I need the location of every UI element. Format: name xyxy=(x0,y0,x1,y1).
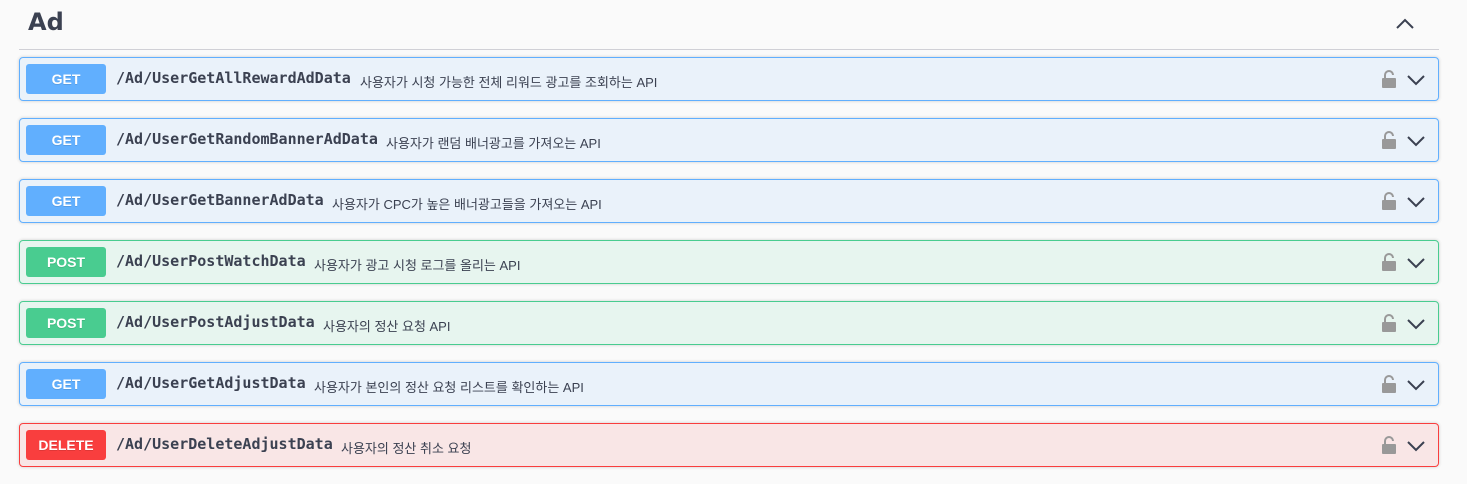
chevron-up-icon[interactable] xyxy=(1393,12,1417,36)
chevron-down-icon[interactable] xyxy=(1406,131,1426,151)
operation-path: /Ad/UserGetBannerAdData xyxy=(116,191,324,209)
section-title: Ad xyxy=(28,8,64,36)
operation-summary: 사용자가 광고 시청 로그를 올리는 API xyxy=(314,258,521,273)
chevron-down-icon[interactable] xyxy=(1406,192,1426,212)
lock-icon[interactable] xyxy=(1380,252,1398,272)
operation-summary: 사용자가 랜덤 배너광고를 가져오는 API xyxy=(386,136,601,151)
operation-block[interactable]: POST /Ad/UserPostAdjustData 사용자의 정산 요청 A… xyxy=(19,301,1439,345)
operations-list: GET /Ad/UserGetAllRewardAdData 사용자가 시청 가… xyxy=(19,57,1439,484)
method-badge: DELETE xyxy=(26,430,106,460)
operation-summary: 사용자가 시청 가능한 전체 리워드 광고를 조회하는 API xyxy=(360,75,658,90)
operation-summary: 사용자가 CPC가 높은 배너광고들을 가져오는 API xyxy=(332,197,602,212)
chevron-down-icon[interactable] xyxy=(1406,253,1426,273)
method-badge: GET xyxy=(26,64,106,94)
operation-summary: 사용자의 정산 취소 요청 xyxy=(341,441,472,456)
operation-block[interactable]: GET /Ad/UserGetRandomBannerAdData 사용자가 랜… xyxy=(19,118,1439,162)
operation-path: /Ad/UserGetRandomBannerAdData xyxy=(116,130,378,148)
chevron-down-icon[interactable] xyxy=(1406,314,1426,334)
method-badge: POST xyxy=(26,247,106,277)
lock-icon[interactable] xyxy=(1380,374,1398,394)
operation-path: /Ad/UserDeleteAdjustData xyxy=(116,435,333,453)
lock-icon[interactable] xyxy=(1380,69,1398,89)
chevron-down-icon[interactable] xyxy=(1406,436,1426,456)
operation-block[interactable]: DELETE /Ad/UserDeleteAdjustData 사용자의 정산 … xyxy=(19,423,1439,467)
lock-icon[interactable] xyxy=(1380,130,1398,150)
chevron-down-icon[interactable] xyxy=(1406,375,1426,395)
operation-path: /Ad/UserPostWatchData xyxy=(116,252,306,270)
operation-path: /Ad/UserPostAdjustData xyxy=(116,313,315,331)
lock-icon[interactable] xyxy=(1380,313,1398,333)
operation-summary: 사용자가 본인의 정산 요청 리스트를 확인하는 API xyxy=(314,380,584,395)
operation-block[interactable]: GET /Ad/UserGetAllRewardAdData 사용자가 시청 가… xyxy=(19,57,1439,101)
method-badge: GET xyxy=(26,186,106,216)
tag-section-ad: Ad GET /Ad/UserGetAllRewardAdData 사용자가 시… xyxy=(19,0,1439,467)
tag-section-header[interactable]: Ad xyxy=(19,0,1439,50)
operation-block[interactable]: POST /Ad/UserPostWatchData 사용자가 광고 시청 로그… xyxy=(19,240,1439,284)
operation-path: /Ad/UserGetAdjustData xyxy=(116,374,306,392)
operation-summary: 사용자의 정산 요청 API xyxy=(323,319,451,334)
lock-icon[interactable] xyxy=(1380,191,1398,211)
chevron-down-icon[interactable] xyxy=(1406,70,1426,90)
operation-block[interactable]: GET /Ad/UserGetBannerAdData 사용자가 CPC가 높은… xyxy=(19,179,1439,223)
method-badge: POST xyxy=(26,308,106,338)
method-badge: GET xyxy=(26,125,106,155)
method-badge: GET xyxy=(26,369,106,399)
operation-path: /Ad/UserGetAllRewardAdData xyxy=(116,69,351,87)
lock-icon[interactable] xyxy=(1380,435,1398,455)
operation-block[interactable]: GET /Ad/UserGetAdjustData 사용자가 본인의 정산 요청… xyxy=(19,362,1439,406)
